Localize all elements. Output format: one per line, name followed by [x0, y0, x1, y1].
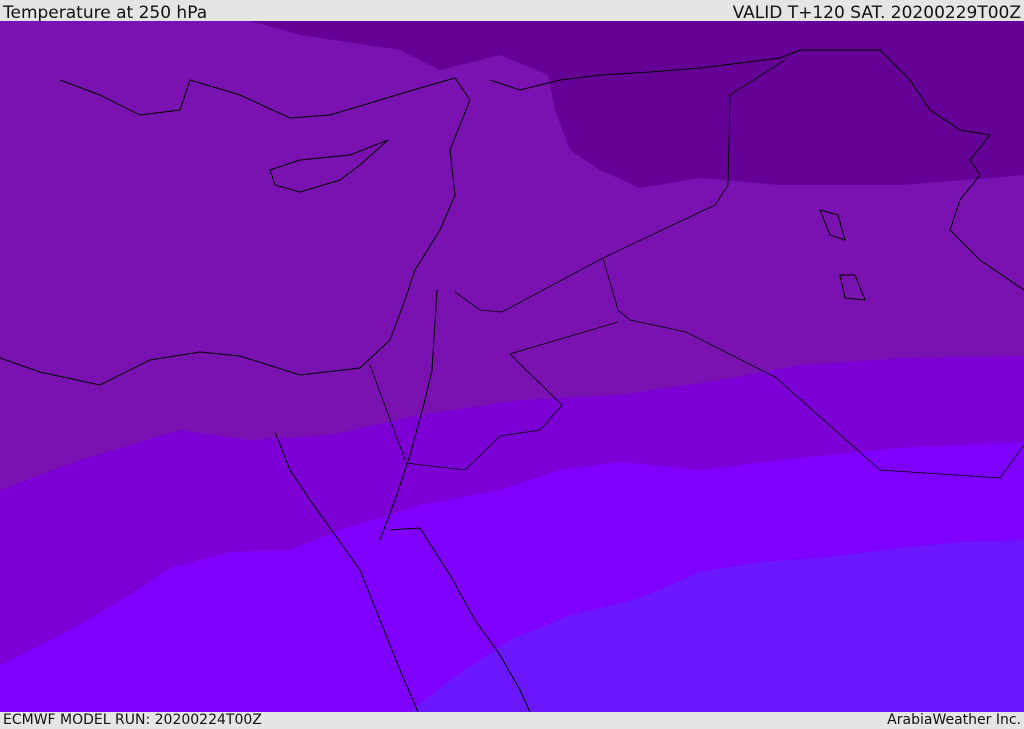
header-bar: Temperature at 250 hPa VALID T+120 SAT. …	[0, 0, 1024, 23]
model-run: ECMWF MODEL RUN: 20200224T00Z	[3, 712, 262, 728]
credit: ArabiaWeather Inc.	[887, 712, 1021, 728]
map-title: Temperature at 250 hPa	[3, 3, 208, 23]
footer-bar: ECMWF MODEL RUN: 20200224T00Z ArabiaWeat…	[0, 712, 1024, 729]
valid-time: VALID T+120 SAT. 20200229T00Z	[732, 3, 1021, 23]
temperature-map	[0, 21, 1024, 712]
